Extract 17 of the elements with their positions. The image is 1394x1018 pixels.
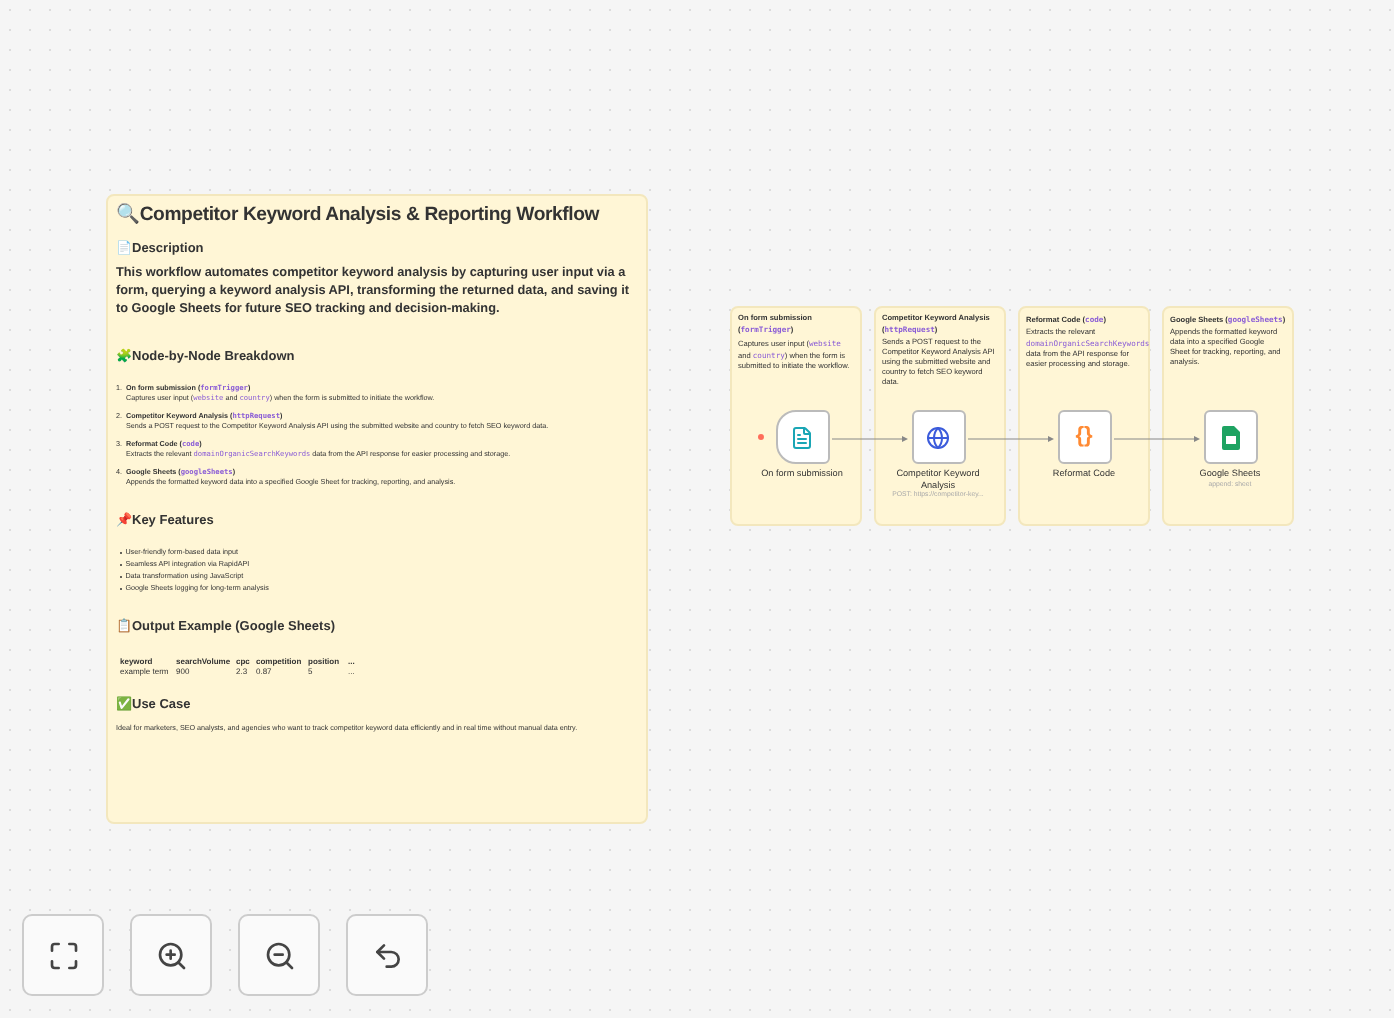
- braces-icon: {}: [1075, 426, 1093, 448]
- workflow-node[interactable]: [911, 410, 965, 464]
- canvas-control-button[interactable]: [346, 914, 428, 996]
- form-icon: [790, 425, 814, 449]
- fit-view-icon: [47, 939, 79, 971]
- note-heading: Competitor Keyword Analysis & Reporting Workflow: [139, 202, 600, 230]
- globe-icon: [926, 425, 950, 449]
- workflow-node[interactable]: {}: [1057, 410, 1111, 464]
- zoom-in-icon: [155, 939, 187, 971]
- canvas-control-button[interactable]: [130, 914, 212, 996]
- canvas-control-button[interactable]: [238, 914, 320, 996]
- workflow-node[interactable]: [1203, 410, 1257, 464]
- spreadsheet-icon: [1221, 425, 1239, 449]
- workflow-node[interactable]: [775, 410, 829, 464]
- undo-icon: [371, 939, 403, 971]
- heading-emoji-icon: 🔍: [116, 202, 140, 230]
- zoom-out-icon: [263, 939, 295, 971]
